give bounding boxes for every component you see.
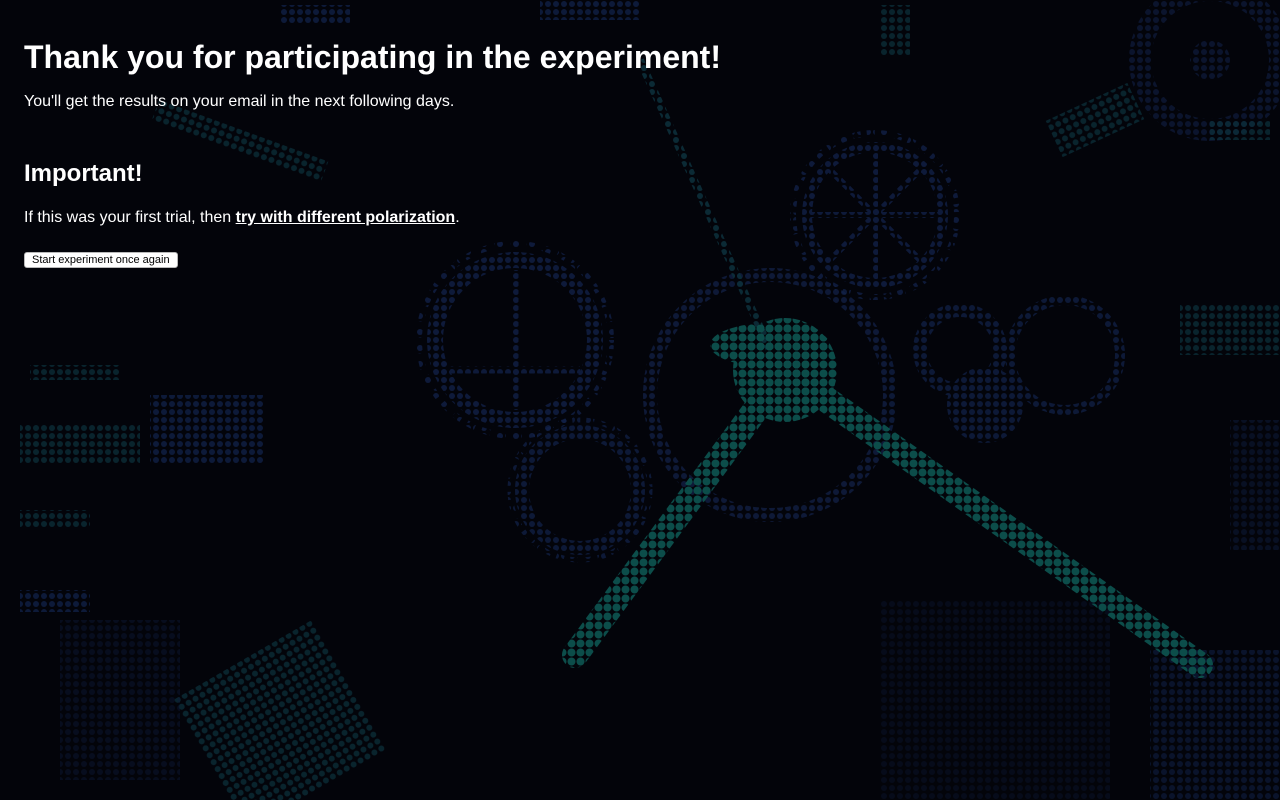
important-heading: Important! (24, 160, 143, 187)
results-info-text: You'll get the results on your email in … (24, 93, 455, 110)
start-again-button[interactable]: Start experiment once again (24, 252, 178, 268)
thank-you-page: Thank you for participating in the exper… (0, 0, 1280, 800)
first-trial-note: If this was your first trial, then try w… (24, 209, 460, 227)
note-prefix: If this was your first trial, then (24, 209, 236, 226)
page-title: Thank you for participating in the exper… (24, 39, 721, 75)
note-suffix: . (455, 209, 460, 226)
different-polarization-link[interactable]: try with different polarization (236, 209, 456, 226)
